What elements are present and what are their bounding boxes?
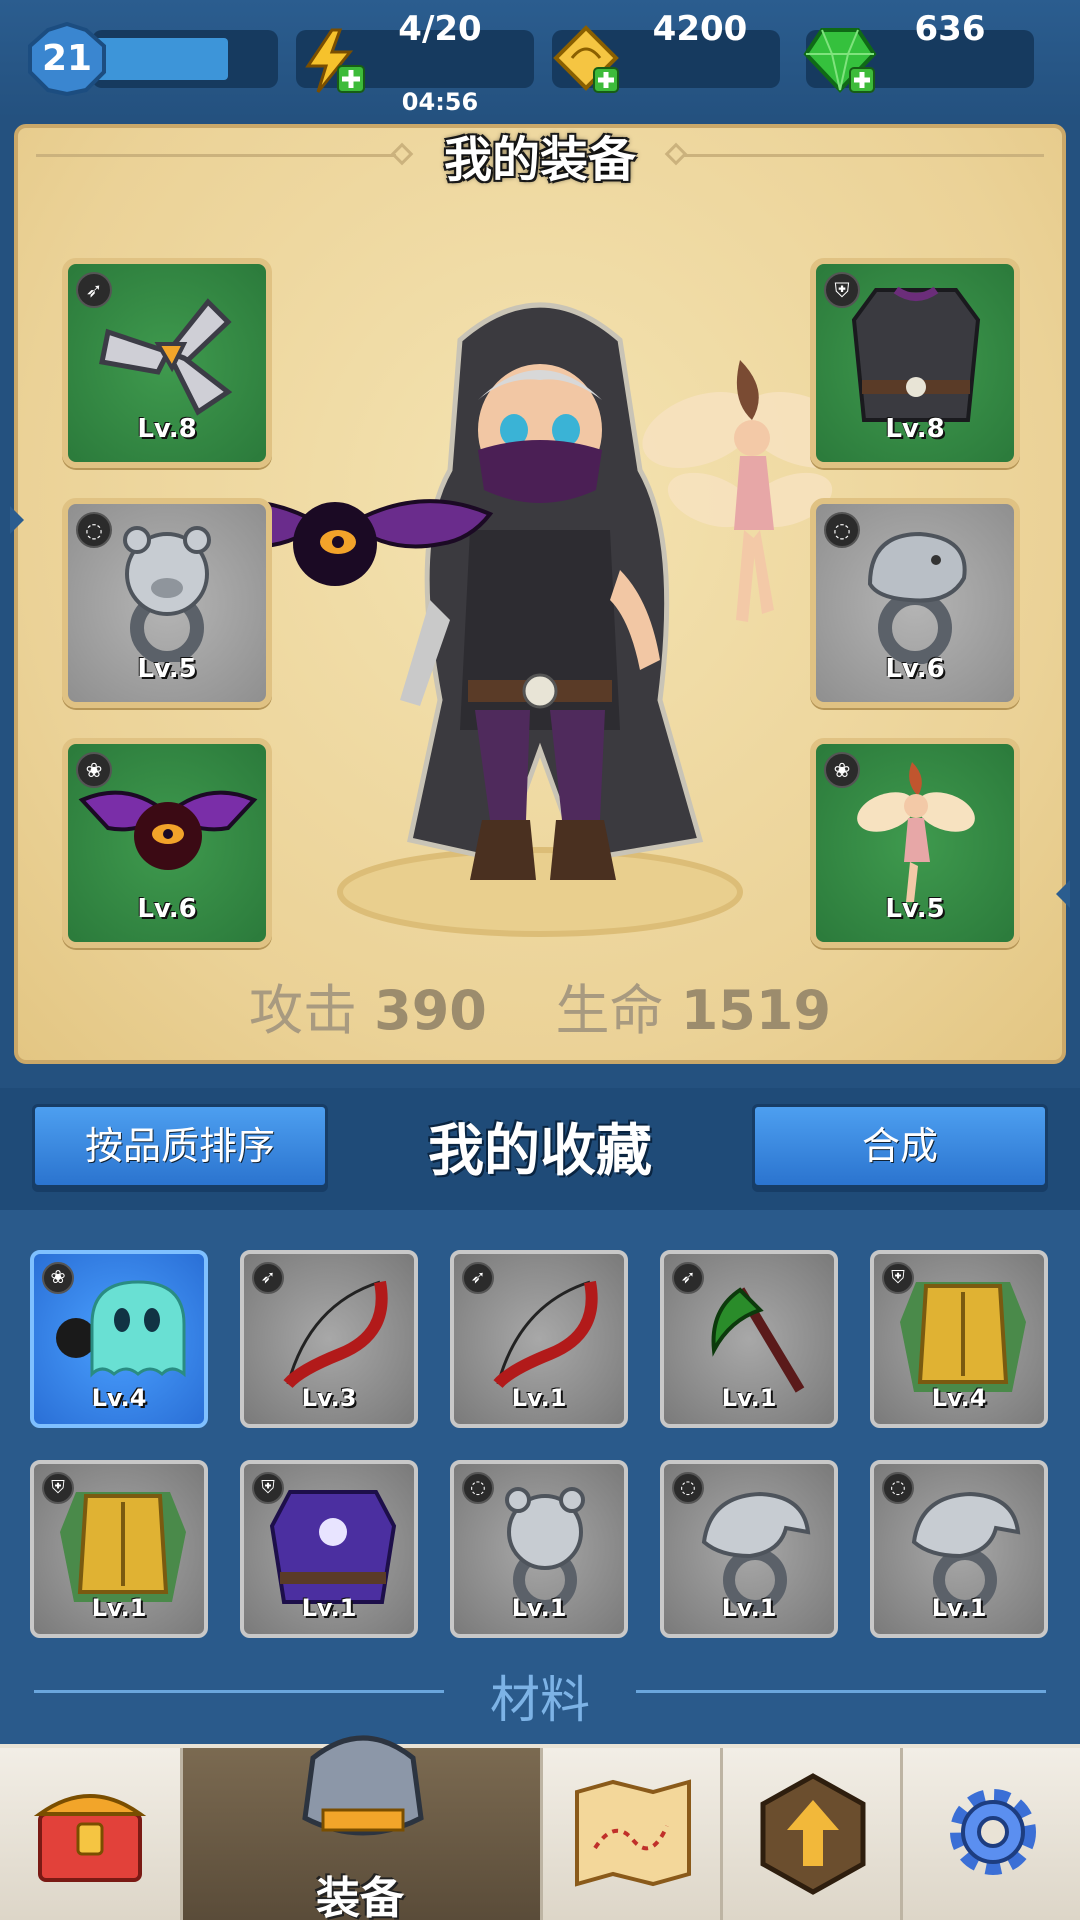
nav-tab-settings[interactable]	[900, 1748, 1080, 1920]
slot-level: Lv.6	[885, 654, 945, 684]
collection-item-eagle-ring[interactable]: ◌ Lv.1	[660, 1460, 838, 1638]
equipment-title: 我的装备	[443, 132, 636, 188]
item-level: Lv.1	[511, 1384, 567, 1412]
item-level: Lv.1	[301, 1594, 357, 1622]
hero-stats: 攻击 390 生命 1519	[0, 966, 1080, 1045]
energy-timer: 04:56	[401, 88, 479, 116]
slot-level: Lv.6	[137, 894, 197, 924]
collection-item-red-bow[interactable]: ➶ Lv.3	[240, 1250, 418, 1428]
slot-level: Lv.5	[137, 654, 197, 684]
slot-level: Lv.5	[885, 894, 945, 924]
bat-pet-icon	[78, 790, 258, 870]
item-level: Lv.1	[511, 1594, 567, 1622]
bear-ring-icon	[123, 526, 211, 662]
serpent-ring-icon	[867, 531, 967, 664]
red-bow-icon	[283, 1280, 388, 1389]
top-resource-bar: 21 4/20 04:56 4200 636	[0, 0, 1080, 118]
attack-label: 攻击	[248, 979, 357, 1042]
shuriken-icon	[99, 298, 233, 416]
hp-label: 生命	[555, 979, 664, 1042]
panel-arrow-right	[1056, 880, 1070, 908]
gold-armor-icon	[60, 1492, 186, 1602]
nav-tab-upgrade[interactable]	[720, 1748, 900, 1920]
gem-count: 636	[914, 9, 986, 49]
xp-bar-fill	[92, 38, 228, 80]
collection-item-eagle-ring[interactable]: ◌ Lv.1	[870, 1460, 1048, 1638]
nav-tab-equipment-label: 装备	[316, 1873, 404, 1920]
ghost-pet-icon	[56, 1280, 186, 1378]
item-level: Lv.1	[931, 1594, 987, 1622]
item-level: Lv.1	[721, 1594, 777, 1622]
scythe-icon	[711, 1287, 805, 1393]
merge-button[interactable]: 合成	[752, 1104, 1048, 1188]
item-level: Lv.3	[301, 1384, 357, 1412]
nav-tab-map[interactable]	[540, 1748, 720, 1920]
attack-value: 390	[374, 979, 487, 1042]
hp-value: 1519	[680, 979, 832, 1042]
item-level: Lv.1	[721, 1384, 777, 1412]
collection-item-bear-ring[interactable]: ◌ Lv.1	[450, 1460, 628, 1638]
panel-arrow-left	[10, 506, 24, 534]
equip-slot-ring-2[interactable]: ◌ Lv.6	[810, 498, 1020, 708]
map-icon	[575, 1779, 691, 1887]
gold-coin-icon[interactable]	[550, 24, 622, 96]
bear-ring-icon	[505, 1487, 585, 1612]
eagle-ring-icon	[701, 1491, 811, 1612]
paw-icon: ❀	[824, 752, 860, 788]
treasure-chest-icon	[33, 1794, 147, 1882]
collection-item-ghost-pet[interactable]: ❀ Lv.4	[30, 1250, 208, 1428]
purple-vest-icon	[269, 1490, 397, 1604]
equip-slot-ring-1[interactable]: ◌ Lv.5	[62, 498, 272, 708]
slot-level: Lv.8	[137, 414, 197, 444]
slot-level: Lv.8	[885, 414, 945, 444]
item-level: Lv.4	[91, 1384, 147, 1412]
fairy-pet-icon	[857, 762, 975, 902]
eagle-ring-icon	[911, 1491, 1021, 1612]
settings-gear-icon	[950, 1789, 1036, 1875]
energy-icon[interactable]	[296, 26, 366, 96]
gold-count: 4200	[652, 9, 748, 49]
nav-tab-shop[interactable]	[0, 1748, 180, 1920]
materials-title: 材料	[490, 1671, 590, 1729]
equip-slot-weapon[interactable]: ➶ Lv.8	[62, 258, 272, 468]
equip-slot-pet-1[interactable]: ❀ Lv.6	[62, 738, 272, 948]
energy-count: 4/20	[398, 9, 482, 49]
item-level: Lv.4	[931, 1384, 987, 1412]
collection-item-scythe[interactable]: ➶ Lv.1	[660, 1250, 838, 1428]
collection-item-purple-vest[interactable]: ⛨ Lv.1	[240, 1460, 418, 1638]
equip-slot-armor[interactable]: ⛨ Lv.8	[810, 258, 1020, 468]
collection-item-gold-armor[interactable]: ⛨ Lv.4	[870, 1250, 1048, 1428]
collection-item-gold-armor[interactable]: ⛨ Lv.1	[30, 1460, 208, 1638]
gold-armor-icon	[900, 1282, 1026, 1392]
item-level: Lv.1	[91, 1594, 147, 1622]
upgrade-arrow-icon	[760, 1773, 866, 1895]
armor-helmet-icon	[302, 1735, 424, 1836]
collection-item-red-bow[interactable]: ➶ Lv.1	[450, 1250, 628, 1428]
equip-slot-pet-2[interactable]: ❀ Lv.5	[810, 738, 1020, 948]
red-bow-icon	[493, 1280, 598, 1389]
vest-icon	[851, 286, 981, 422]
gem-icon[interactable]	[802, 24, 878, 96]
player-level: 21	[41, 38, 93, 79]
